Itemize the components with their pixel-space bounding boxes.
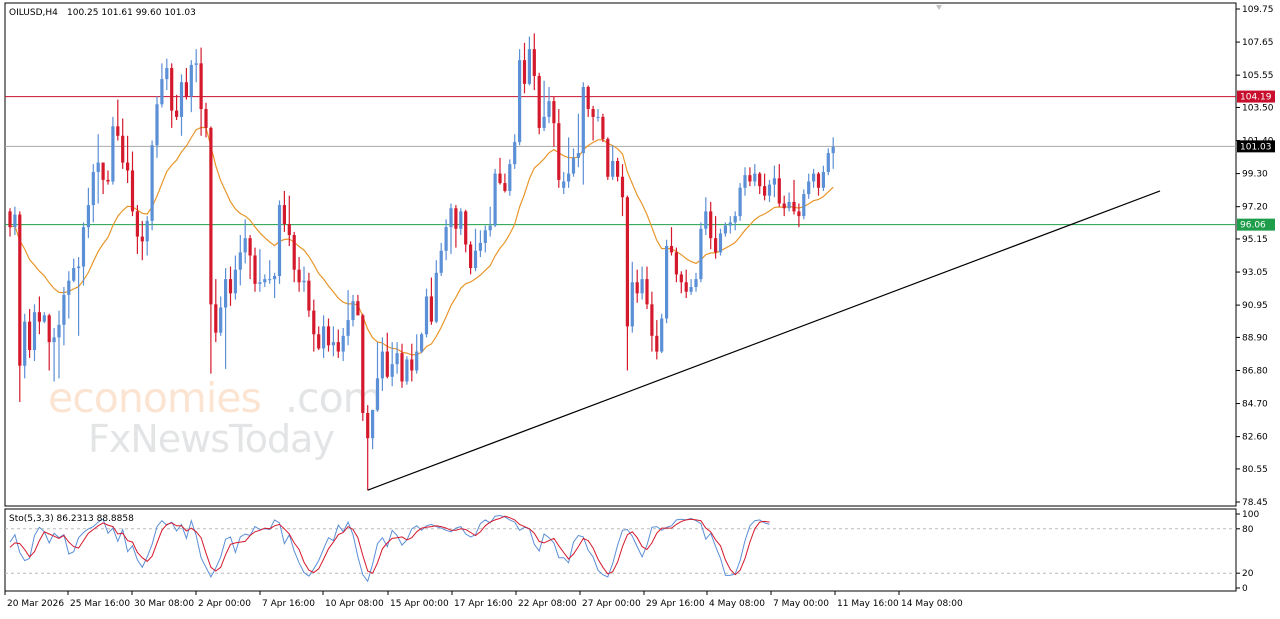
chart-title: OILUSD,H4 xyxy=(9,8,58,18)
y-tick-label: 103.50 xyxy=(1242,103,1274,113)
candle[interactable] xyxy=(508,159,512,196)
x-tick-label: 2 Apr 00:00 xyxy=(198,599,251,609)
x-tick-label: 29 Apr 16:00 xyxy=(646,599,705,609)
osc-y-tick-label: 100 xyxy=(1242,510,1259,520)
x-tick-label: 14 May 08:00 xyxy=(901,599,963,609)
candle[interactable] xyxy=(420,332,424,354)
level-price-label: 104.19 xyxy=(1240,93,1272,103)
candle[interactable] xyxy=(277,200,282,284)
x-tick-label: 11 May 16:00 xyxy=(837,599,899,609)
candle[interactable] xyxy=(665,239,669,324)
candle[interactable] xyxy=(150,140,154,231)
y-tick-label: 109.75 xyxy=(1242,5,1274,15)
y-tick-label: 88.90 xyxy=(1242,333,1268,343)
svg-text:economies: economies xyxy=(48,374,261,422)
osc-y-tick-label: 0 xyxy=(1242,584,1248,594)
candle[interactable] xyxy=(606,137,610,180)
ohlc-header: 100.25 101.61 99.60 101.03 xyxy=(67,8,196,18)
chart-window: economies .com FxNewsToday 104.19 101.03 9… xyxy=(0,0,1280,616)
y-tick-label: 101.40 xyxy=(1242,137,1274,147)
y-tick-label: 90.95 xyxy=(1242,301,1268,311)
y-tick-label: 93.05 xyxy=(1242,268,1268,278)
x-tick-label: 30 Mar 08:00 xyxy=(134,599,194,609)
osc-y-tick-label: 80 xyxy=(1242,525,1254,535)
candle[interactable] xyxy=(537,72,541,135)
candle[interactable] xyxy=(601,113,605,143)
y-tick-label: 78.45 xyxy=(1242,498,1268,508)
x-tick-label: 15 Apr 00:00 xyxy=(390,599,449,609)
candle[interactable] xyxy=(111,116,115,185)
x-tick-label: 4 May 08:00 xyxy=(709,599,765,609)
osc-y-tick-label: 20 xyxy=(1242,569,1254,579)
x-tick-label: 25 Mar 16:00 xyxy=(70,599,130,609)
candle[interactable] xyxy=(493,168,497,228)
level-price-label: 96.06 xyxy=(1240,221,1266,231)
y-tick-label: 99.30 xyxy=(1242,170,1268,180)
y-tick-label: 80.55 xyxy=(1242,465,1268,475)
x-tick-label: 20 Mar 2026 xyxy=(7,599,64,609)
candle[interactable] xyxy=(660,313,664,354)
candle[interactable] xyxy=(518,49,522,146)
y-tick-label: 97.20 xyxy=(1242,203,1268,213)
x-tick-label: 27 Apr 00:00 xyxy=(582,599,641,609)
y-tick-label: 107.65 xyxy=(1242,38,1274,48)
x-tick-label: 17 Apr 16:00 xyxy=(454,599,513,609)
candle[interactable] xyxy=(738,183,742,221)
candle[interactable] xyxy=(361,313,365,421)
y-tick-label: 82.60 xyxy=(1242,433,1268,443)
y-tick-label: 84.70 xyxy=(1242,400,1268,410)
oscillator-label: Sto(5,3,3) 86.2313 88.8858 xyxy=(9,514,134,524)
x-tick-label: 22 Apr 08:00 xyxy=(518,599,577,609)
x-tick-label: 7 May 00:00 xyxy=(773,599,829,609)
x-tick-label: 10 Apr 08:00 xyxy=(325,599,384,609)
candle[interactable] xyxy=(699,222,703,283)
y-tick-label: 86.80 xyxy=(1242,366,1268,376)
y-tick-label: 95.15 xyxy=(1242,235,1268,245)
x-tick-label: 7 Apr 16:00 xyxy=(262,599,315,609)
candle[interactable] xyxy=(405,356,409,385)
chart-canvas[interactable]: economies .com FxNewsToday 104.19101.039… xyxy=(0,0,1280,616)
svg-text:FxNewsToday: FxNewsToday xyxy=(88,417,334,461)
watermark: economies .com FxNewsToday xyxy=(48,374,383,461)
y-tick-label: 105.55 xyxy=(1242,71,1274,81)
